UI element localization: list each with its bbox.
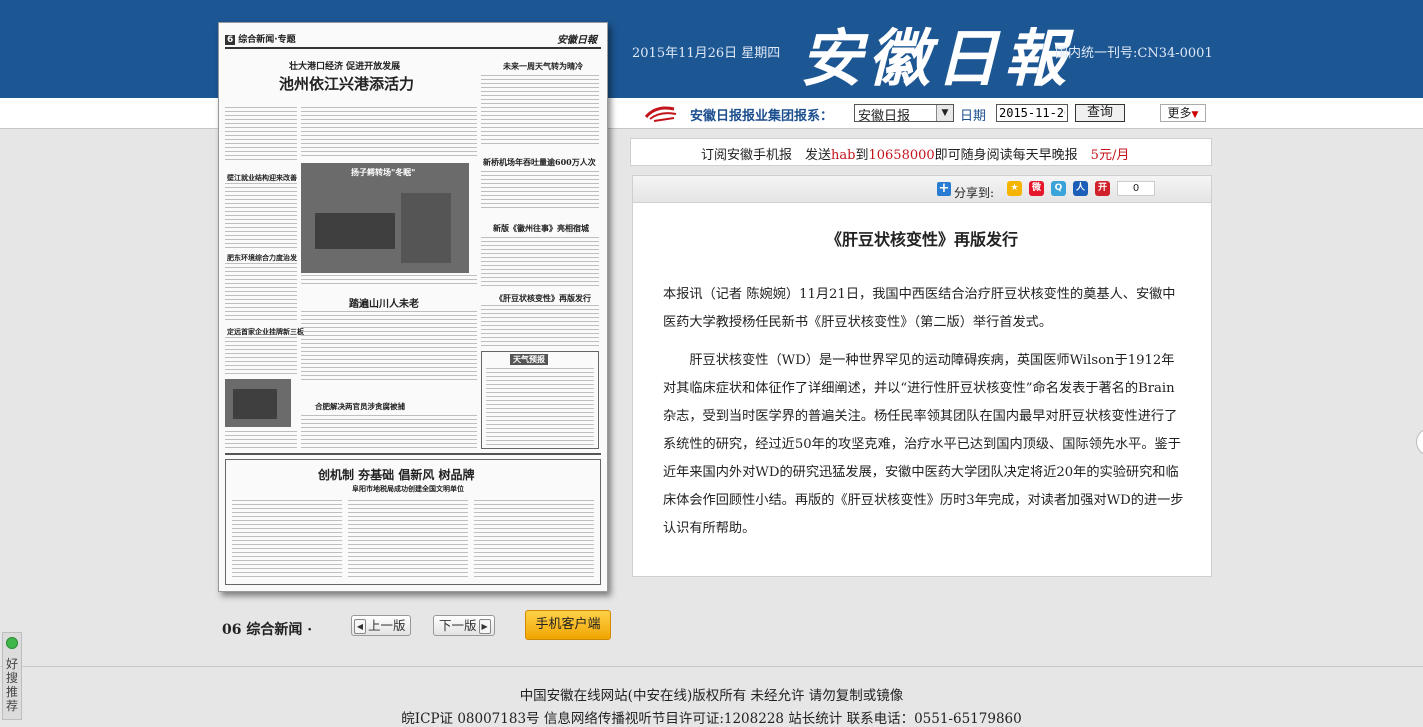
article-title: 《肝豆状核变性》再版发行 — [825, 230, 1018, 249]
np-text-block — [225, 337, 297, 375]
renren-icon[interactable]: 人 — [1073, 181, 1088, 196]
np-ad-headline: 创机制 夯基础 倡新风 树品牌 — [318, 468, 475, 482]
kaixin-icon[interactable]: 开 — [1095, 181, 1110, 196]
np-text-block — [481, 75, 599, 145]
weibo-icon[interactable]: 微 — [1029, 181, 1044, 196]
newspaper-page-header: 6 综合新闻·专题 安徽日報 — [225, 31, 601, 49]
np-left-head-2[interactable]: 肥东环境综合力度治发 — [227, 253, 297, 263]
share-label: 分享到: — [954, 186, 995, 200]
np-mid-head[interactable]: 踏遍山川人未老 — [349, 295, 419, 310]
page-label: 06 综合新闻 · — [222, 622, 313, 638]
np-caption-block — [301, 275, 477, 285]
mobile-client-button[interactable]: 手机客户端 — [525, 610, 611, 640]
np-text-block — [301, 107, 477, 157]
arrow-left-icon: ◀ — [354, 619, 366, 634]
share-count: 0 — [1117, 181, 1155, 196]
issue-date: 2015年11月26日 星期四 — [632, 46, 781, 61]
right-edge-handle[interactable] — [1416, 428, 1423, 456]
sms-text-1: 订阅安徽手机报 发送 — [701, 148, 832, 163]
next-page-button[interactable]: 下一版 ▶ — [433, 615, 495, 636]
article-paragraph: 本报讯（记者 陈婉婉）11月21日，我国中西医结合治疗肝豆状核变性的奠基人、安徽… — [663, 287, 1176, 330]
article-body: 本报讯（记者 陈婉婉）11月21日，我国中西医结合治疗肝豆状核变性的奠基人、安徽… — [663, 281, 1185, 553]
np-text-block — [481, 171, 599, 211]
np-text-block — [348, 500, 468, 580]
next-page-label: 下一版 — [439, 618, 477, 633]
prev-page-label: 上一版 — [368, 618, 406, 633]
green-dot-icon — [6, 637, 18, 649]
np-kicker: 壮大港口经济 促进开放发展 — [289, 62, 401, 72]
newspaper-page-image[interactable]: 6 综合新闻·专题 安徽日報 壮大港口经济 促进开放发展 池州依江兴港添活力 未来… — [218, 22, 608, 592]
sms-price: 5元/月 — [1090, 148, 1130, 163]
share-plus-icon[interactable]: + — [937, 182, 951, 196]
footer-divider — [0, 666, 1423, 667]
recommend-side-tab[interactable]: 好搜推荐 — [2, 632, 22, 720]
np-left-head-1[interactable]: 壁江就业结构迎来改善 — [227, 173, 297, 183]
article-panel: + 分享到: ★ 微 Q 人 开 0 《肝豆状核变性》再版发行 本报讯（记者 陈… — [632, 175, 1212, 577]
prev-page-button[interactable]: ◀ 上一版 — [351, 615, 411, 636]
newspaper-logo[interactable]: 安徽日報 — [800, 8, 1072, 98]
np-main-photo[interactable]: 扬子鳄转场"冬眠" — [301, 163, 469, 273]
np-lower-head[interactable]: 合肥解决两官员涉贪腐被捕 — [315, 401, 405, 412]
qzone-icon[interactable]: ★ — [1007, 181, 1022, 196]
sms-text-3: 即可随身阅读每天早晚报 — [934, 148, 1091, 163]
group-label: 安徽日报报业集团报系： — [690, 109, 834, 124]
date-input[interactable] — [996, 104, 1068, 122]
issn-text: 国内统一刊号:CN34-0001 — [1055, 46, 1213, 61]
np-brand: 安徽日報 — [557, 35, 597, 46]
np-weather-box[interactable]: 天气预报 — [481, 351, 599, 449]
arrow-right-icon: ▶ — [478, 619, 491, 634]
np-photo-caption: 扬子鳄转场"冬眠" — [351, 167, 416, 177]
np-text-block — [481, 305, 599, 347]
np-ad-sub: 阜阳市地税局成功创建全国文明单位 — [352, 484, 464, 493]
article-paragraph: 肝豆状核变性（WD）是一种世界罕见的运动障碍疾病，英国医师Wilson于1912… — [663, 353, 1184, 536]
np-headline[interactable]: 池州依江兴港添活力 — [279, 73, 414, 94]
np-side-head-1[interactable]: 未来一周天气转为晴冷 — [503, 61, 583, 72]
tencent-weibo-icon[interactable]: Q — [1051, 181, 1066, 196]
footer-copyright: 中国安徽在线网站(中安在线)版权所有 未经允许 请勿复制或镜像 — [519, 688, 904, 704]
group-logo-icon — [644, 106, 677, 122]
np-weather-table — [486, 368, 594, 446]
np-side-head-4[interactable]: 《肝豆状核变性》再版发行 — [495, 293, 591, 304]
np-side-head-2[interactable]: 新桥机场年吞吐量逾600万人次 — [483, 157, 596, 168]
np-section: 综合新闻·专题 — [238, 35, 296, 45]
np-text-block — [481, 237, 599, 287]
np-page-number: 6 — [225, 35, 236, 45]
footer-license: 皖ICP证 08007183号 信息网络传播视听节目许可证:1208228 站长… — [401, 711, 1022, 727]
paper-select[interactable]: 安徽日报 ▼ — [854, 104, 954, 124]
np-text-block — [225, 431, 297, 451]
date-label: 日期 — [960, 109, 987, 124]
np-text-block — [225, 183, 297, 249]
np-text-block — [225, 107, 297, 163]
np-text-block — [232, 500, 342, 580]
side-tab-label: 好搜推荐 — [6, 657, 19, 713]
np-side-head-3[interactable]: 新版《徽州往事》亮相宿城 — [493, 223, 589, 234]
np-ad-box[interactable]: 创机制 夯基础 倡新风 树品牌 阜阳市地税局成功创建全国文明单位 — [225, 459, 601, 585]
np-text-block — [225, 263, 297, 323]
np-text-block — [301, 311, 477, 381]
sms-text-2: 到 — [855, 148, 869, 163]
query-button[interactable]: 查询 — [1075, 104, 1125, 122]
sms-code: hab — [831, 148, 856, 163]
paper-select-value: 安徽日报 — [858, 109, 911, 124]
chevron-down-icon[interactable]: ▼ — [936, 105, 953, 121]
np-small-photo[interactable] — [225, 379, 291, 427]
triangle-down-icon: ▼ — [1191, 110, 1199, 120]
share-bar: + 分享到: ★ 微 Q 人 开 0 — [633, 176, 1211, 203]
more-button[interactable]: 更多▼ — [1160, 104, 1206, 122]
more-label: 更多 — [1167, 106, 1192, 120]
site-header: 2015年11月26日 星期四 安徽日報 国内统一刊号:CN34-0001 — [0, 0, 1423, 98]
np-text-block — [474, 500, 594, 580]
np-left-head-3[interactable]: 定远首家企业挂牌新三板 — [227, 327, 304, 337]
np-divider — [225, 453, 601, 455]
sms-subscribe-bar[interactable]: 订阅安徽手机报 发送hab到10658000即可随身阅读每天早晚报 5元/月 — [630, 138, 1212, 166]
np-text-block — [301, 415, 477, 451]
np-weather-title: 天气预报 — [510, 354, 548, 365]
sms-number: 10658000 — [868, 148, 935, 163]
